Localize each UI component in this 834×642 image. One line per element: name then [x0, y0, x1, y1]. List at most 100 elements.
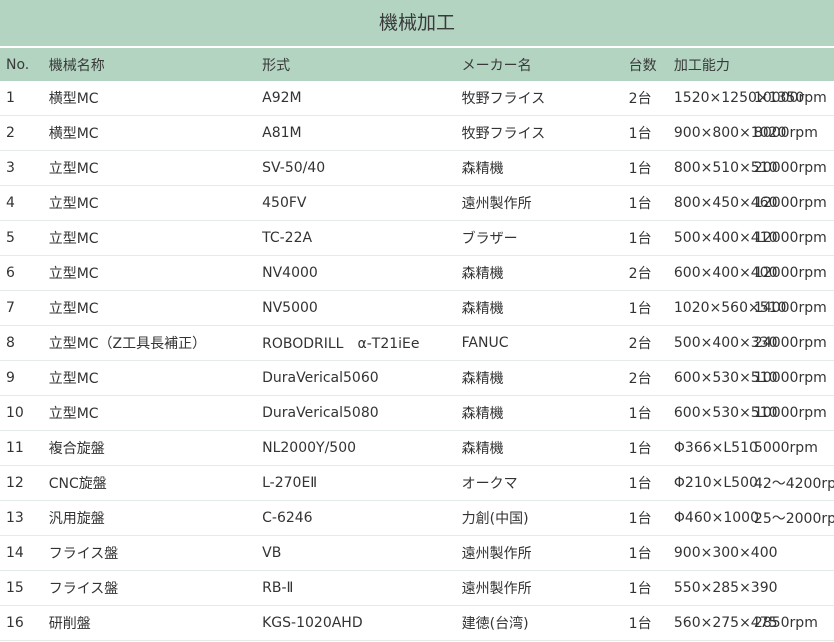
- cell-rpm: 10000rpm: [753, 395, 834, 431]
- machine-table: No. 機械名称 形式 メーカー名 台数 加工能力 1 横型MC A92M 牧野フライ…: [0, 48, 834, 641]
- cell-machine-name: 複合旋盤: [48, 430, 263, 466]
- cell-machine-name: 立型MC: [48, 185, 263, 221]
- cell-machine-name: 立型MC: [48, 395, 263, 431]
- header-machine-name: 機械名称: [48, 48, 263, 81]
- cell-machine-name: フライス盤: [48, 535, 263, 571]
- cell-capability: Φ210×L500: [673, 465, 758, 501]
- table-row: 6 立型MC NV4000 森精機 2台 600×400×400 12000rpm: [0, 255, 834, 291]
- cell-machine-name: 立型MC（Z工具長補正）: [48, 325, 263, 361]
- cell-maker: 森精機: [461, 395, 629, 431]
- cell-model: VB: [262, 535, 462, 571]
- cell-model: RB-Ⅱ: [262, 570, 462, 606]
- cell-machine-name: CNC旋盤: [48, 465, 263, 501]
- table-row: 4 立型MC 450FV 遠州製作所 1台 800×450×460 12000rpm: [0, 185, 834, 221]
- cell-no: 7: [0, 290, 49, 326]
- cell-capability: 550×285×390: [673, 570, 778, 606]
- cell-model: ROBODRILL α-T21iEe: [262, 325, 462, 361]
- cell-model: C-6246: [262, 500, 462, 536]
- cell-no: 15: [0, 570, 49, 606]
- cell-capability: 560×275×475: [673, 605, 778, 641]
- cell-count: 1台: [628, 185, 674, 221]
- cell-maker: 遠州製作所: [461, 185, 629, 221]
- header-count: 台数: [628, 48, 674, 81]
- machining-equipment-page: 機械加工 No. 機械名称 形式 メーカー名 台数 加工能力 1 横型MC A92M…: [0, 0, 834, 642]
- cell-no: 8: [0, 325, 49, 361]
- cell-rpm: 20000rpm: [753, 150, 834, 186]
- cell-machine-name: 立型MC: [48, 150, 263, 186]
- cell-machine-name: 研削盤: [48, 605, 263, 641]
- cell-count: 1台: [628, 500, 674, 536]
- cell-capability: 900×800×1020: [673, 115, 786, 151]
- table-row: 5 立型MC TC-22A ブラザー 1台 500×400×410 12000rpm: [0, 220, 834, 256]
- table-row: 13汎用旋盤C-6246力創(中国)1台Φ460×100025～2000rpm: [0, 500, 834, 536]
- header-maker: メーカー名: [461, 48, 629, 81]
- cell-maker: FANUC: [461, 325, 629, 361]
- table-row: 10 立型MC DuraVerical5080 森精機 1台 600×530×510 100…: [0, 395, 834, 431]
- table-title: 機械加工: [0, 0, 834, 48]
- cell-maker: 遠州製作所: [461, 570, 629, 606]
- cell-capability: 500×400×330: [673, 325, 778, 361]
- cell-rpm: 5000rpm: [753, 430, 834, 466]
- cell-model: NL2000Y/500: [262, 430, 462, 466]
- cell-capability: Φ366×L510: [673, 430, 758, 466]
- cell-no: 4: [0, 185, 49, 221]
- header-capability: 加工能力: [673, 48, 834, 81]
- cell-rpm: 8000rpm: [753, 115, 834, 151]
- cell-rpm: 10000rpm: [753, 360, 834, 396]
- cell-no: 1: [0, 81, 49, 116]
- cell-count: 1台: [628, 220, 674, 256]
- cell-no: 16: [0, 605, 49, 641]
- cell-no: 3: [0, 150, 49, 186]
- cell-model: NV5000: [262, 290, 462, 326]
- cell-count: 2台: [628, 325, 674, 361]
- cell-no: 11: [0, 430, 49, 466]
- cell-maker: 建徳(台湾): [461, 605, 629, 641]
- cell-machine-name: 横型MC: [48, 81, 263, 116]
- table-row: 15 フライス盤 RB-Ⅱ 遠州製作所 1台 550×285×390: [0, 570, 834, 606]
- cell-maker: 森精機: [461, 150, 629, 186]
- table-row: 9 立型MC DuraVerical5060 森精機 2台 600×530×510 1000…: [0, 360, 834, 396]
- cell-model: A81M: [262, 115, 462, 151]
- cell-rpm: 42～4200rpm: [753, 465, 834, 501]
- cell-maker: ブラザー: [461, 220, 629, 256]
- cell-rpm: 12000rpm: [753, 255, 834, 291]
- cell-no: 13: [0, 500, 49, 536]
- cell-capability: 800×510×510: [673, 150, 778, 186]
- cell-rpm: 2850rpm: [753, 605, 834, 641]
- cell-maker: オークマ: [461, 465, 629, 501]
- cell-capability: 900×300×400: [673, 535, 778, 571]
- cell-model: A92M: [262, 81, 462, 116]
- cell-maker: 牧野フライス: [461, 115, 629, 151]
- cell-model: DuraVerical5060: [262, 360, 462, 396]
- cell-rpm: 12000rpm: [753, 220, 834, 256]
- cell-count: 1台: [628, 115, 674, 151]
- cell-maker: 遠州製作所: [461, 535, 629, 571]
- cell-count: 2台: [628, 360, 674, 396]
- cell-capability: 800×450×460: [673, 185, 778, 221]
- cell-machine-name: 汎用旋盤: [48, 500, 263, 536]
- cell-machine-name: 立型MC: [48, 255, 263, 291]
- cell-maker: 力創(中国): [461, 500, 629, 536]
- cell-model: 450FV: [262, 185, 462, 221]
- table-row: 12CNC旋盤L-270EⅡオークマ1台Φ210×L50042～4200rpm: [0, 465, 834, 501]
- cell-machine-name: 立型MC: [48, 360, 263, 396]
- cell-count: 1台: [628, 605, 674, 641]
- cell-capability: 600×530×510: [673, 360, 778, 396]
- cell-capability: 1020×560×510: [673, 290, 786, 326]
- cell-no: 2: [0, 115, 49, 151]
- header-no: No.: [0, 48, 49, 81]
- cell-machine-name: 立型MC: [48, 290, 263, 326]
- table-row: 1 横型MC A92M 牧野フライス 2台 1520×1250×1350 10000rpm: [0, 81, 834, 116]
- cell-count: 1台: [628, 395, 674, 431]
- cell-maker: 牧野フライス: [461, 81, 629, 116]
- table-row: 11 複合旋盤 NL2000Y/500 森精機 1台 Φ366×L510 5000rpm: [0, 430, 834, 466]
- cell-capability: 600×400×400: [673, 255, 778, 291]
- cell-machine-name: 立型MC: [48, 220, 263, 256]
- table-row: 16 研削盤 KGS-1020AHD 建徳(台湾) 1台 560×275×475 2850r…: [0, 605, 834, 641]
- cell-no: 5: [0, 220, 49, 256]
- cell-no: 12: [0, 465, 49, 501]
- cell-machine-name: フライス盤: [48, 570, 263, 606]
- table-row: 3 立型MC SV-50/40 森精機 1台 800×510×510 20000rpm: [0, 150, 834, 186]
- cell-count: 1台: [628, 465, 674, 501]
- table-row: 2 横型MC A81M 牧野フライス 1台 900×800×1020 8000rpm: [0, 115, 834, 151]
